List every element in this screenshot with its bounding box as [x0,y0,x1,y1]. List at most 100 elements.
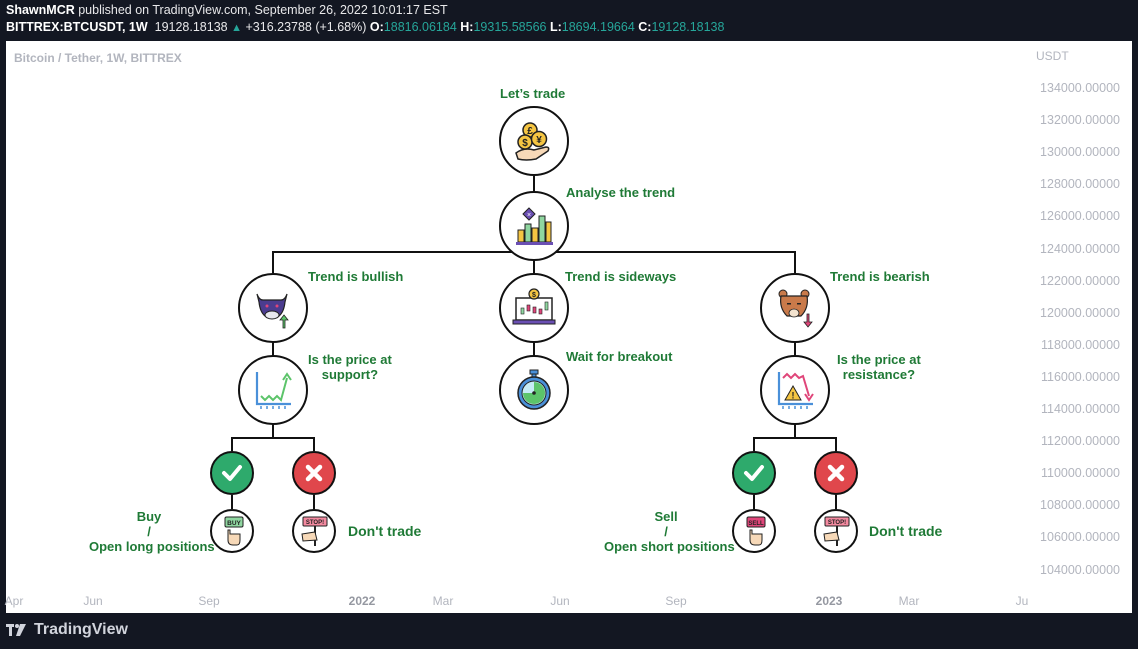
downtrend-warning-icon: ! [777,372,814,409]
price-change: +316.23788 (+1.68%) [245,20,367,34]
svg-text:$: $ [522,138,528,149]
laptop-candles-icon: $ [512,288,556,325]
stopwatch-icon [517,369,551,410]
label-trend-sideways: Trend is sideways [565,269,677,284]
label-line: Buy [136,509,162,524]
sell-sign-hand-icon: SELL [746,516,766,546]
price-axis-tick: 120000.00000 [1040,305,1120,320]
price-axis-tick: 104000.00000 [1040,562,1120,577]
label-trend-bearish: Trend is bearish [830,269,930,284]
label-resistance-question: Is the price at resistance? [837,352,921,382]
node-yes-right [732,451,776,495]
label-line: resistance? [842,367,916,382]
label-line: Is the price at [308,352,392,367]
time-axis-tick: 2023 [815,594,843,608]
buy-sign-hand-icon: BUY [224,516,244,546]
triangle-up-icon: ▲ [231,22,242,34]
label-support-question: Is the price at support? [308,352,392,382]
label-line: Open short positions [604,539,735,554]
node-trend-bullish [238,273,308,343]
tradingview-logo[interactable]: TradingView [6,621,128,639]
bar-chart-target-icon: × [516,207,553,245]
node-no-right [814,451,858,495]
last-price: 19128.18138 [154,20,228,34]
connector [753,437,837,439]
time-axis-tick: Mar [898,594,920,608]
svg-text:×: × [527,212,531,219]
node-sell: SELL [732,509,776,553]
price-axis-tick: 112000.00000 [1040,434,1120,449]
close-label: C: [638,20,652,34]
label-line: Open long positions [89,539,215,554]
node-wait-breakout [499,355,569,425]
price-axis[interactable]: USDT 134000.00000 132000.00000 130000.0000… [1024,41,1132,613]
price-axis-tick: 124000.00000 [1040,241,1120,256]
label-buy-long: Buy / Open long positions [89,509,215,554]
price-axis-tick: 116000.00000 [1040,369,1120,384]
label-line: / [147,524,151,539]
published-text: published on TradingView.com, September … [78,3,448,17]
node-analyse-trend: × [499,191,569,261]
connector [533,341,535,356]
trading-flowchart: Let’s trade £ $ ¥ Analyse the trend × Tr… [6,41,1026,591]
time-axis-tick: Ju [1015,594,1029,608]
time-axis-tick: 2022 [348,594,376,608]
time-axis-tick: Mar [432,594,454,608]
node-trend-sideways: $ [499,273,569,343]
time-axis-tick: Sep [665,594,687,608]
price-axis-tick: 126000.00000 [1040,209,1120,224]
label-lets-trade: Let’s trade [500,86,566,101]
svg-text:BUY: BUY [227,520,241,527]
connector [231,437,315,439]
node-buy: BUY [210,509,254,553]
node-resistance: ! [760,355,830,425]
node-yes-left [210,451,254,495]
price-axis-tick: 106000.00000 [1040,530,1120,545]
svg-text:$: $ [532,292,536,299]
price-axis-unit: USDT [1036,49,1069,63]
node-support [238,355,308,425]
connector [272,341,274,356]
open-value: 18816.06184 [383,20,457,34]
uptrend-chart-icon [255,372,292,409]
open-label: O: [369,20,384,34]
chart-pane[interactable]: Bitcoin / Tether, 1W, BITTREX USDT 13400… [5,41,1132,613]
price-axis-tick: 130000.00000 [1040,145,1120,160]
svg-text:STOP!: STOP! [828,520,846,526]
label-analyse-trend: Analyse the trend [566,185,676,200]
connector [835,495,837,509]
label-trend-bullish: Trend is bullish [308,269,404,284]
checkmark-icon [222,465,242,481]
connector [313,495,315,509]
connector [313,437,315,451]
symbol-info: BITTREX:BTCUSDT, 1W 19128.18138 ▲ +316.2… [6,20,724,34]
node-no-left [292,451,336,495]
symbol-label: BITTREX:BTCUSDT, 1W [6,20,148,34]
publish-info: ShawnMCR published on TradingView.com, S… [6,3,448,17]
stop-sign-icon: STOP! [301,516,328,546]
connector [753,495,755,509]
label-line: / [664,524,668,539]
time-axis-tick: Sep [198,594,220,608]
cross-icon [827,464,845,482]
checkmark-icon [744,465,764,481]
price-axis-tick: 118000.00000 [1040,337,1120,352]
node-stop-right: STOP! [814,509,858,553]
time-axis-tick: Jun [550,594,570,608]
high-label: H: [460,20,474,34]
coins-in-hand-icon: £ $ ¥ [515,122,550,161]
price-axis-tick: 128000.00000 [1040,177,1120,192]
tradingview-brand: TradingView [34,621,128,638]
connector [794,424,796,438]
author-name[interactable]: ShawnMCR [6,3,75,17]
svg-text:STOP!: STOP! [306,520,324,526]
cross-icon [305,464,323,482]
price-axis-tick: 122000.00000 [1040,273,1120,288]
label-line: Is the price at [837,352,921,367]
label-dont-trade-left: Don't trade [348,523,422,539]
connector [753,437,755,451]
svg-text:¥: ¥ [536,135,542,146]
svg-text:SELL: SELL [748,521,764,527]
connector [794,251,796,273]
svg-text:!: ! [792,391,795,401]
